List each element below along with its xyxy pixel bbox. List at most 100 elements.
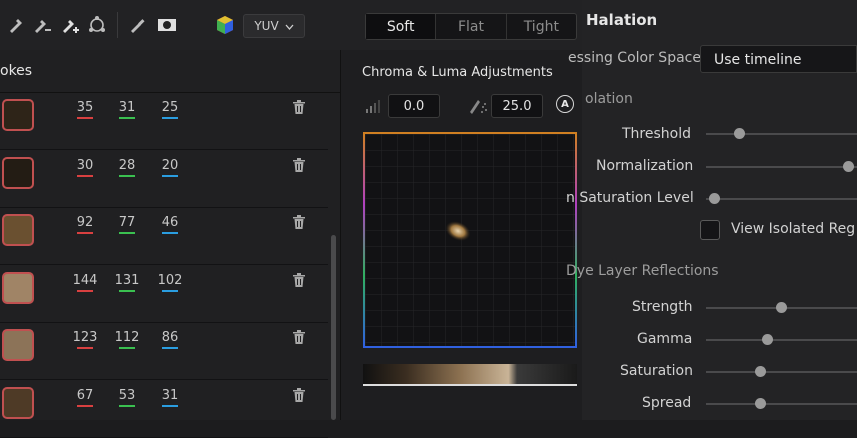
stroke-green-value: 53 [118,387,136,403]
halation-title: Halation [586,11,658,29]
chroma-luma-title: Chroma & Luma Adjustments [362,65,553,80]
chevron-down-icon [285,19,294,33]
luma-gradient-bar[interactable] [363,364,577,386]
trash-icon[interactable] [292,271,306,289]
stroke-color-swatch[interactable] [2,156,34,189]
stroke-row[interactable]: 92 77 46 [0,207,328,265]
green-channel-bar [119,174,135,177]
threshold-slider[interactable] [734,128,745,139]
threshold-label: Threshold [622,126,691,142]
spread-track [706,403,857,405]
stroke-row[interactable]: 30 28 20 [0,150,328,208]
stroke-color-swatch[interactable] [2,386,34,419]
stroke-list-scrollbar[interactable] [331,235,336,420]
eyedropper-icon[interactable] [4,13,28,37]
mode-soft-button[interactable]: Soft [366,14,436,39]
stroke-color-swatch[interactable] [2,99,34,131]
eyedropper-plus-icon[interactable] [58,13,82,37]
trash-icon[interactable] [292,328,306,346]
stroke-color-swatch[interactable] [2,329,34,361]
red-channel-bar [77,174,93,177]
brush-icon[interactable] [125,13,149,37]
red-channel-bar [77,347,93,349]
blue-channel-bar [162,174,178,177]
stroke-row[interactable]: 67 53 31 [0,380,328,438]
trash-icon[interactable] [292,386,306,404]
stroke-red-value: 123 [72,330,98,345]
isolation-section-label: olation [585,91,633,107]
color-space-select[interactable]: Use timeline [700,45,857,73]
spread-slider[interactable] [755,398,766,409]
green-channel-bar [119,289,135,292]
picker-cycle-icon[interactable] [85,13,109,37]
normalization-track [706,166,857,168]
saturation-level-slider[interactable] [708,193,720,204]
strokes-panel-title: okes [0,63,33,79]
strokes-panel-header [0,50,340,93]
stroke-red-value: 67 [76,387,94,403]
green-channel-bar [119,117,135,119]
chroma-graph[interactable] [363,132,577,348]
gamma-slider[interactable] [762,334,773,345]
dye-layer-section-label: Dye Layer Reflections [566,263,719,279]
color-model-select[interactable]: YUV [243,14,305,38]
stroke-red-value: 144 [72,272,98,288]
spread-label: Spread [642,395,692,411]
stroke-list: 35 31 25 30 28 20 92 77 46 144 131 102 1… [0,92,340,438]
red-channel-bar [77,232,93,234]
luma-low-input[interactable]: 0.0 [388,94,440,118]
green-channel-bar [119,232,135,234]
auto-button[interactable]: A [556,95,574,113]
stroke-green-value: 28 [118,157,136,173]
trash-icon[interactable] [292,98,306,116]
stroke-row[interactable]: 123 112 86 [0,322,328,380]
stroke-red-value: 35 [76,100,94,115]
red-channel-bar [77,117,93,119]
green-channel-bar [119,404,135,407]
mode-flat-button[interactable]: Flat [435,14,505,39]
mode-tight-button[interactable]: Tight [505,14,576,39]
strength-slider[interactable] [776,302,787,313]
blue-channel-bar [162,289,178,292]
saturation-level-track [706,198,857,200]
stroke-red-value: 30 [76,157,94,173]
stroke-color-swatch[interactable] [2,214,34,246]
stroke-green-value: 77 [118,215,136,230]
toolbar: YUV Soft Flat Tight [0,0,582,50]
mask-toggle-icon[interactable] [155,13,179,37]
red-channel-bar [77,404,93,407]
stroke-red-value: 92 [76,215,94,230]
blue-channel-bar [162,347,178,349]
saturation-slider[interactable] [755,366,766,377]
blue-channel-bar [162,117,178,119]
trash-icon[interactable] [292,213,306,231]
color-model-value: YUV [254,19,279,33]
mode-segmented-control: Soft Flat Tight [365,13,577,40]
stroke-color-swatch[interactable] [2,271,34,304]
chroma-high-input[interactable]: 25.0 [491,94,543,118]
stroke-blue-value: 86 [161,330,179,345]
gamma-label: Gamma [637,331,693,347]
luma-low-icon [365,98,381,117]
blue-channel-bar [162,232,178,234]
stroke-blue-value: 25 [161,100,179,115]
view-isolated-checkbox[interactable] [700,220,720,240]
toolbar-separator [117,12,118,38]
color-cube-icon[interactable] [213,13,237,37]
threshold-track [706,133,857,135]
normalization-label: Normalization [596,158,694,174]
stroke-green-value: 31 [118,100,136,115]
chroma-spread-icon [468,96,488,118]
stroke-green-value: 131 [114,272,140,288]
green-channel-bar [119,347,135,349]
stroke-blue-value: 31 [161,387,179,403]
saturation-track [706,371,857,373]
trash-icon[interactable] [292,156,306,174]
blue-channel-bar [162,404,178,407]
stroke-row[interactable]: 144 131 102 [0,265,328,323]
stroke-green-value: 112 [114,330,140,345]
saturation-label: Saturation [620,363,693,379]
stroke-row[interactable]: 35 31 25 [0,92,328,150]
eyedropper-minus-icon[interactable] [30,13,54,37]
saturation-level-label: n Saturation Level [566,190,694,206]
